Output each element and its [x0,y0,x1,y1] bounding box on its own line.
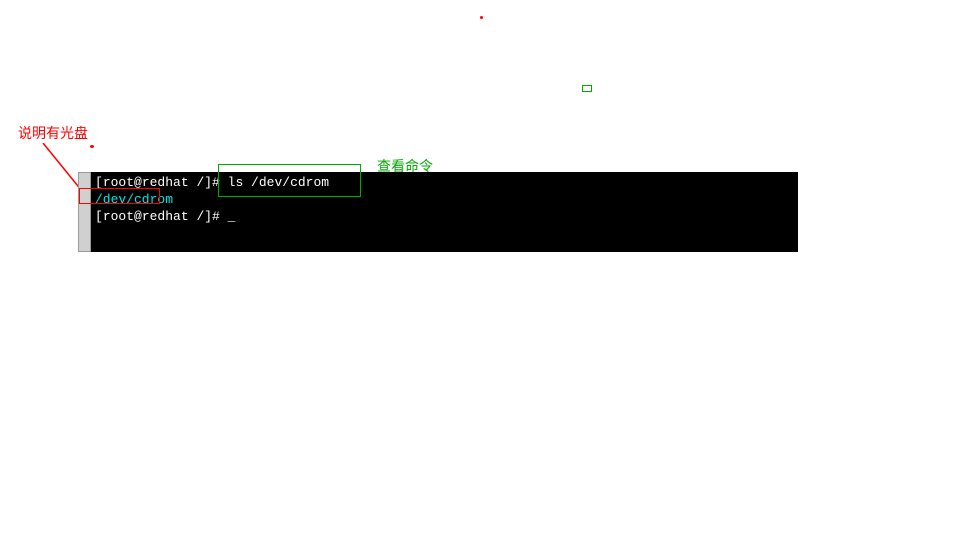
terminal-scrollbar[interactable] [78,172,91,252]
decorative-dot [480,16,483,19]
prompt-bracket-close-2: ]# [204,209,227,224]
prompt-bracket-open: [ [95,175,103,190]
prompt-bracket-open-2: [ [95,209,103,224]
prompt-bracket-close: ]# [204,175,227,190]
prompt-user-host-2: root@redhat [103,209,189,224]
decorative-dot-2 [90,145,94,148]
prompt-user-host: root@redhat [103,175,189,190]
line3: [root@redhat /]# _ [95,209,235,224]
line1: [root@redhat /]# ls /dev/cdrom [95,175,329,190]
annotation-has-disc: 说明有光盘 [18,123,88,143]
prompt-path-2: / [189,209,205,224]
cursor: _ [228,209,236,224]
output-cdrom: /dev/cdrom [95,192,173,207]
command-text: ls /dev/cdrom [228,175,329,190]
line2: /dev/cdrom [95,192,173,207]
decorative-rect [582,85,592,92]
terminal[interactable]: [root@redhat /]# ls /dev/cdrom /dev/cdro… [91,172,798,252]
prompt-path: / [189,175,205,190]
